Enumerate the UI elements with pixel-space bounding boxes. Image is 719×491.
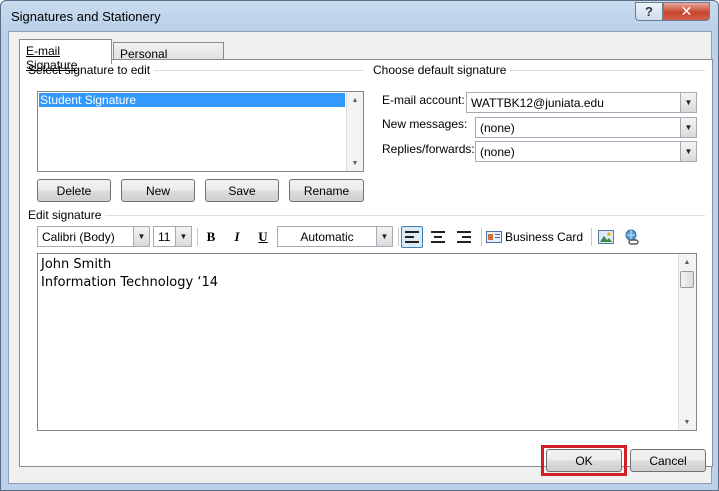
save-button[interactable]: Save — [205, 179, 279, 202]
scroll-down-icon[interactable]: ▼ — [679, 414, 695, 430]
scroll-thumb[interactable] — [680, 271, 694, 288]
picture-icon — [598, 230, 614, 244]
email-account-select[interactable]: WATTBK12@juniata.edu ▼ — [466, 92, 697, 113]
title-bar[interactable]: Signatures and Stationery ? ✕ — [1, 1, 718, 31]
email-account-value: WATTBK12@juniata.edu — [471, 96, 604, 110]
scroll-down-icon[interactable]: ▼ — [347, 155, 363, 171]
italic-button[interactable]: I — [226, 226, 248, 248]
tab-email-signature[interactable]: E-mail Signature — [19, 39, 112, 72]
edit-signature-label: Edit signature — [28, 208, 106, 222]
separator — [481, 228, 482, 246]
font-value: Calibri (Body) — [42, 230, 115, 244]
align-left-button[interactable] — [401, 226, 423, 248]
new-messages-select[interactable]: (none) ▼ — [475, 117, 697, 138]
chevron-down-icon[interactable]: ▼ — [680, 93, 696, 112]
chevron-down-icon[interactable]: ▼ — [376, 227, 392, 246]
hyperlink-icon — [625, 229, 639, 245]
replies-label: Replies/forwards: — [382, 142, 475, 156]
business-card-label: Business Card — [505, 230, 584, 244]
new-button[interactable]: New — [121, 179, 195, 202]
chevron-down-icon[interactable]: ▼ — [680, 142, 696, 161]
tab-label: E-mail Signature — [26, 44, 78, 72]
chevron-down-icon[interactable]: ▼ — [175, 227, 191, 246]
scroll-up-icon[interactable]: ▲ — [347, 92, 363, 108]
align-right-icon — [457, 231, 471, 243]
business-card-icon — [486, 231, 502, 243]
signature-editor[interactable]: John Smith Information Technology ‘14 ▲ … — [37, 253, 697, 431]
list-item[interactable]: Student Signature — [39, 93, 345, 107]
email-account-label: E-mail account: — [382, 93, 465, 107]
list-scrollbar[interactable]: ▲ ▼ — [346, 92, 363, 171]
group-divider — [28, 215, 705, 216]
ok-button[interactable]: OK — [546, 449, 622, 472]
window-title: Signatures and Stationery — [11, 9, 161, 24]
business-card-button[interactable]: Business Card — [486, 226, 586, 248]
separator — [398, 228, 399, 246]
bold-button[interactable]: B — [200, 226, 222, 248]
scroll-up-icon[interactable]: ▲ — [679, 254, 695, 270]
chevron-down-icon[interactable]: ▼ — [133, 227, 149, 246]
separator — [591, 228, 592, 246]
close-button[interactable]: ✕ — [663, 2, 710, 21]
help-button[interactable]: ? — [635, 2, 663, 21]
default-signature-label: Choose default signature — [373, 63, 511, 77]
rename-button[interactable]: Rename — [289, 179, 364, 202]
signature-list[interactable]: Student Signature ▲ ▼ — [37, 91, 364, 172]
align-center-icon — [431, 231, 445, 243]
align-center-button[interactable] — [427, 226, 449, 248]
cancel-button[interactable]: Cancel — [630, 449, 706, 472]
signatures-dialog: Signatures and Stationery ? ✕ E-mail Sig… — [0, 0, 719, 491]
editor-scrollbar[interactable]: ▲ ▼ — [678, 254, 696, 430]
signature-line: Information Technology ‘14 — [41, 275, 219, 290]
new-messages-value: (none) — [480, 121, 515, 135]
signature-line: John Smith — [41, 257, 112, 272]
signature-content[interactable]: John Smith Information Technology ‘14 — [41, 256, 218, 292]
underline-button[interactable]: U — [252, 226, 274, 248]
chevron-down-icon[interactable]: ▼ — [680, 118, 696, 137]
separator — [197, 228, 198, 246]
align-left-icon — [405, 231, 419, 243]
align-right-button[interactable] — [453, 226, 475, 248]
font-color-select[interactable]: Automatic ▼ — [277, 226, 393, 247]
formatting-toolbar: Calibri (Body) ▼ 11 ▼ B I U Automatic ▼ — [37, 226, 697, 248]
font-color-value: Automatic — [300, 230, 354, 244]
insert-picture-button[interactable] — [595, 226, 617, 248]
replies-select[interactable]: (none) ▼ — [475, 141, 697, 162]
delete-button[interactable]: Delete — [37, 179, 111, 202]
font-size-value: 11 — [158, 230, 171, 244]
email-signature-panel: Select signature to edit Student Signatu… — [19, 59, 713, 467]
new-messages-label: New messages: — [382, 117, 468, 131]
replies-value: (none) — [480, 145, 515, 159]
font-select[interactable]: Calibri (Body) ▼ — [37, 226, 150, 247]
insert-hyperlink-button[interactable] — [621, 226, 643, 248]
font-size-select[interactable]: 11 ▼ — [153, 226, 192, 247]
dialog-body: E-mail Signature Personal Stationery Sel… — [8, 31, 713, 484]
